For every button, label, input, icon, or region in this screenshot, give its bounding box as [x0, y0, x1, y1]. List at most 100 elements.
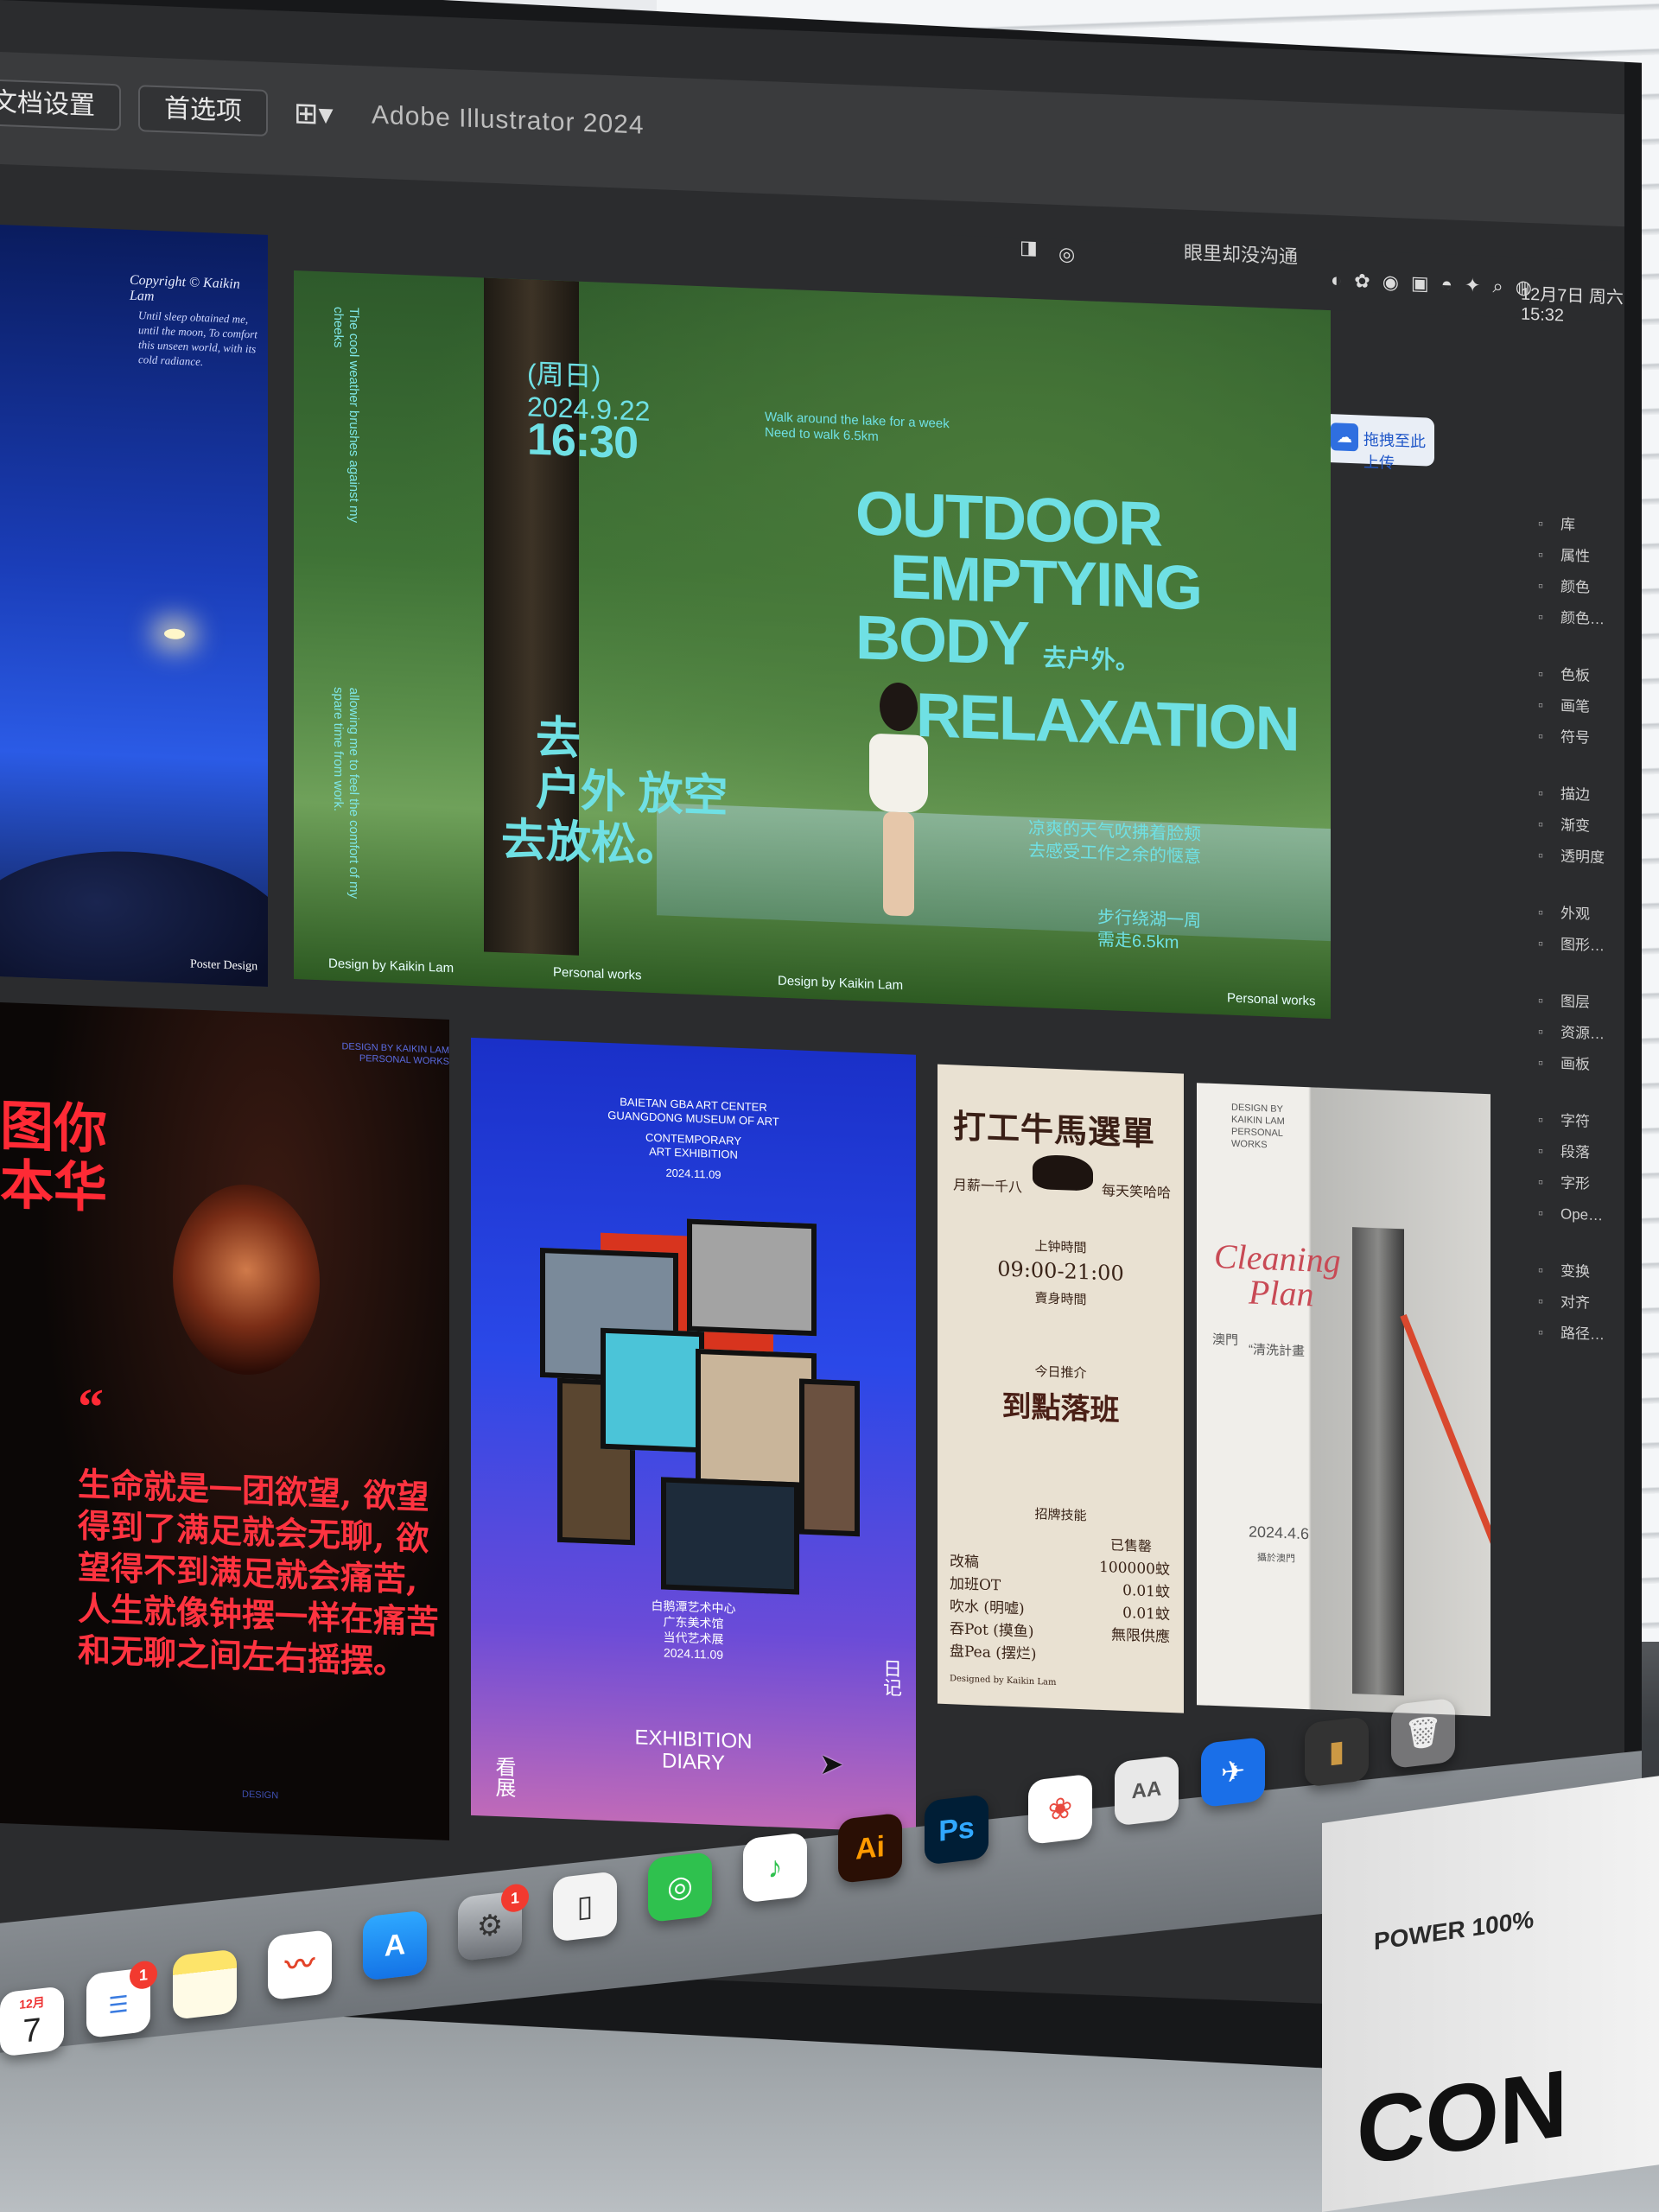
panel-item[interactable]: ▫ 图层 — [1538, 985, 1624, 1020]
dock-freeform[interactable]: 〰 — [268, 1929, 332, 2001]
dock-notes[interactable] — [173, 1948, 237, 2020]
dock-trash[interactable]: 🗑 — [1391, 1697, 1455, 1770]
street-lamp-shape — [164, 628, 185, 640]
dock-baidu-netdisk[interactable]: ❀ — [1028, 1773, 1092, 1845]
dock-qq-music[interactable]: ♪ — [743, 1832, 807, 1904]
trash-icon: 🗑 — [1404, 1714, 1442, 1752]
menu-title: 打工牛馬選單 — [953, 1106, 1156, 1154]
panel-item[interactable]: ▫ 符号 — [1538, 721, 1624, 755]
panel-item[interactable]: ▫ 渐变 — [1538, 809, 1624, 843]
app-title: Adobe Illustrator 2024 — [372, 100, 645, 140]
poster-foot-personal: Personal works — [553, 964, 642, 983]
panel-item-label: 库 — [1560, 516, 1575, 534]
dock-system-settings[interactable]: ⚙ 1 — [458, 1882, 529, 1962]
dock-app-store[interactable]: A — [363, 1910, 427, 1981]
app-toolbar: 文档设置 首选项 ⊞▾ Adobe Illustrator 2024 — [0, 52, 1624, 227]
arrange-documents-icon[interactable]: ⊞▾ — [294, 96, 334, 132]
panel-glyph-icon: ▫ — [1538, 1262, 1544, 1279]
poster-signature: Poster Design — [190, 957, 258, 974]
lake-shape — [657, 803, 1331, 942]
poster-foot-personal-2: Personal works — [1227, 990, 1316, 1009]
dock-calendar[interactable]: 12月 7 — [0, 1986, 64, 2057]
panel-item-label: 色板 — [1560, 666, 1590, 684]
dock-photoshop[interactable]: Ps — [925, 1794, 988, 1866]
panel-item-label: 颜色… — [1560, 609, 1605, 628]
panel-item[interactable]: ▫ 画笔 — [1538, 690, 1624, 724]
panel-item[interactable]: ▫ 颜色 — [1538, 570, 1624, 605]
panel-glyph-icon: ▫ — [1538, 992, 1544, 1009]
panel-item-label: 属性 — [1560, 547, 1590, 565]
panel-item-label: 透明度 — [1560, 848, 1605, 867]
clean-place: 澳門 — [1212, 1332, 1239, 1349]
panel-item[interactable]: ▫ 外观 — [1538, 897, 1624, 931]
wechat-icon: ◎ — [667, 1869, 693, 1905]
upload-drop-button[interactable]: ☁ 拖拽至此上传 — [1322, 413, 1434, 472]
quote-mark: “ — [78, 1377, 104, 1436]
document-settings-button[interactable]: 文档设置 — [0, 78, 121, 131]
dock-font-book[interactable]: AA — [1115, 1755, 1179, 1827]
panel-item[interactable]: ▫ Ope… — [1538, 1198, 1624, 1232]
panel-item[interactable]: ▫ 资源… — [1538, 1016, 1624, 1051]
poster-vertical-en: The cool weather brushes against my chee… — [331, 306, 361, 524]
panel-glyph-icon: ▫ — [1538, 1324, 1544, 1341]
panel-item[interactable]: ▫ 颜色… — [1538, 601, 1624, 636]
artboard-outdoor-poster[interactable]: The cool weather brushes against my chee… — [294, 270, 1331, 1020]
cloud-icon: ❀ — [1047, 1791, 1073, 1827]
panel-item[interactable]: ▫ 段落 — [1538, 1135, 1624, 1170]
panel-glyph-icon: ▫ — [1538, 608, 1544, 626]
panel-item-label: 画板 — [1560, 1055, 1590, 1073]
document-thumbnail-icon: ▮ — [1328, 1734, 1345, 1770]
panel-item[interactable]: ▫ 对齐 — [1538, 1286, 1624, 1320]
panel-glyph-icon: ▫ — [1538, 1054, 1544, 1071]
poster-vertical-en-2: allowing me to feel the comfort of my sp… — [331, 686, 361, 899]
menu-work-time: 09:00-21:00 — [997, 1256, 1124, 1286]
wechat-icon[interactable]: ◎ — [1058, 243, 1075, 266]
menubar-clock[interactable]: 12月7日 周六 15:32 — [1521, 280, 1624, 329]
poster-headline: OUTDOOR EMPTYING BODY 去户外。 RELAXATION — [855, 479, 1299, 765]
panel-glyph-icon: ▫ — [1538, 696, 1544, 714]
status-icons[interactable]: ◐✿◉▣◓✦⌕◍ — [1331, 269, 1544, 299]
poster-verse: Until sleep obtained me, until the moon,… — [138, 308, 257, 369]
panel-glyph-icon: ▫ — [1538, 1293, 1544, 1310]
dock-illustrator[interactable]: Ai — [838, 1812, 902, 1885]
artboard-night-poster[interactable]: Copyright © Kaikin Lam Until sleep obtai… — [0, 225, 268, 987]
power-box-label: POWER 100% — [1374, 1905, 1535, 1955]
app-store-icon: A — [384, 1928, 406, 1963]
panel-item[interactable]: ▫ 路径… — [1538, 1317, 1624, 1351]
dock-recent-document[interactable]: ▮ — [1305, 1716, 1369, 1788]
poster-foot-design-2: Design by Kaikin Lam — [778, 973, 904, 994]
panel-item[interactable]: ▫ 透明度 — [1538, 840, 1624, 874]
panel-item[interactable]: ▫ 字符 — [1538, 1104, 1624, 1139]
settings-badge: 1 — [501, 1882, 529, 1914]
panel-item[interactable]: ▫ 画板 — [1538, 1047, 1624, 1082]
phone-icon: ▯ — [576, 1889, 594, 1924]
reminders-badge: 1 — [130, 1959, 157, 1991]
panel-item[interactable]: ▫ 字形 — [1538, 1166, 1624, 1201]
panel-item[interactable]: ▫ 色板 — [1538, 658, 1624, 693]
poster-copyright: Copyright © Kaikin Lam — [130, 272, 240, 304]
preferences-button[interactable]: 首选项 — [138, 85, 268, 137]
poster-big-cn: 图你 本华 — [0, 1096, 108, 1219]
dock-iphone-mirroring[interactable]: ▯ — [553, 1871, 617, 1942]
panel-item[interactable]: ▫ 属性 — [1538, 539, 1624, 574]
panel-item[interactable]: ▫ 图形… — [1538, 928, 1624, 963]
panel-item-label: 字符 — [1560, 1112, 1590, 1130]
panel-item-label: 画笔 — [1560, 697, 1590, 715]
panel-glyph-icon: ▫ — [1538, 935, 1544, 952]
power-box: POWER 100% CON — [1322, 1776, 1659, 2212]
bookmark-icon[interactable]: ◨ — [1020, 236, 1038, 259]
poster-foot-design: Design by Kaikin Lam — [328, 956, 454, 976]
dock-reminders[interactable]: ☰ 1 — [86, 1959, 157, 2039]
cow-illustration — [1033, 1154, 1093, 1192]
panel-item[interactable]: ▫ 描边 — [1538, 778, 1624, 812]
panel-glyph-icon: ▫ — [1538, 816, 1544, 833]
freeform-icon: 〰 — [285, 1947, 315, 1983]
panel-glyph-icon: ▫ — [1538, 904, 1544, 921]
panel-item[interactable]: ▫ 变换 — [1538, 1255, 1624, 1289]
panel-item[interactable]: ▫ 库 — [1538, 508, 1624, 543]
right-panel-stack: ▫ 库 ▫ 属性 ▫ 颜色 ▫ 颜色… ▫ 色板 ▫ 画笔 ▫ 符号 ▫ 描边 ▫ 渐变 ▫ 透明度 ▫ 外观 ▫ 图形… ▫ 图… — [1538, 508, 1624, 1376]
panel-item-label: Ope… — [1560, 1205, 1604, 1224]
dock-feishu[interactable]: ✈ — [1201, 1736, 1265, 1808]
dock-wechat[interactable]: ◎ — [648, 1851, 712, 1923]
pendulum-shape — [173, 1181, 320, 1378]
